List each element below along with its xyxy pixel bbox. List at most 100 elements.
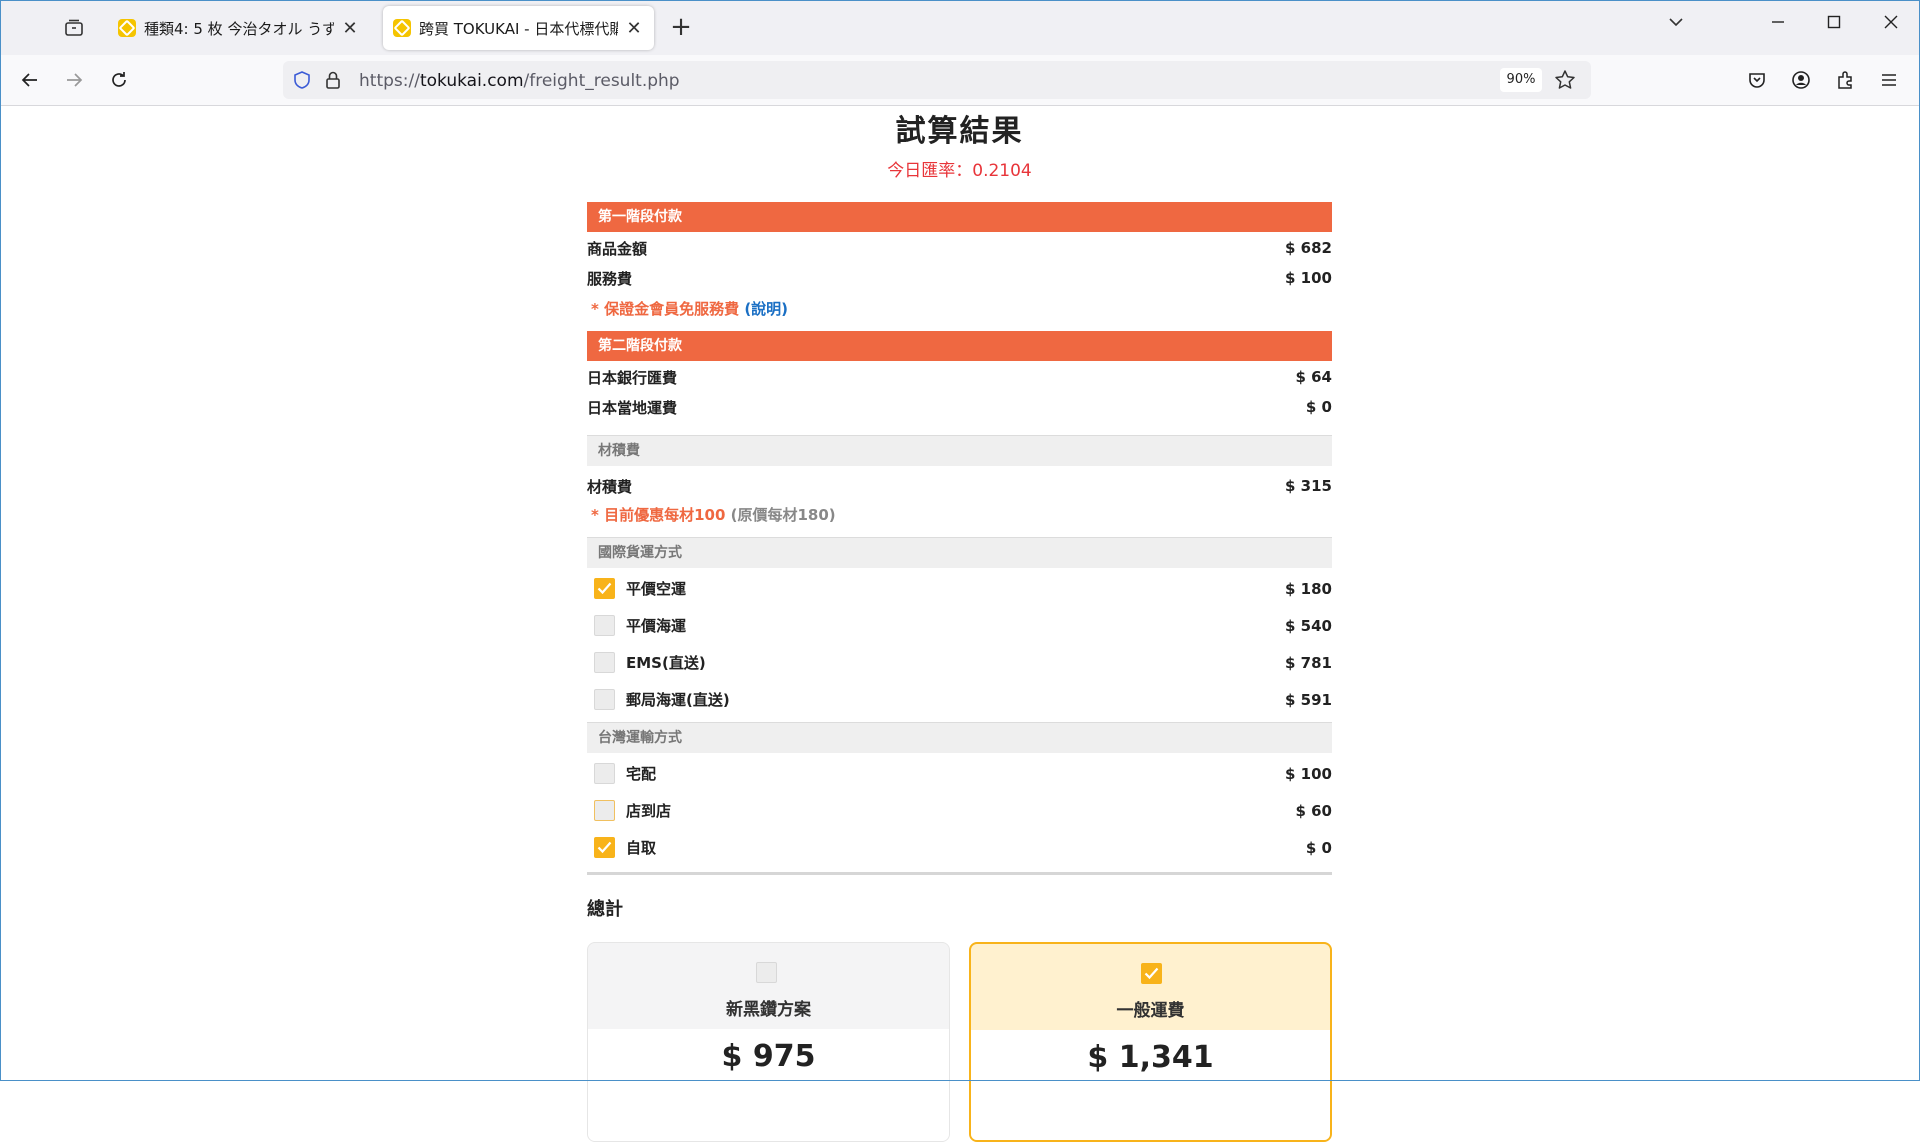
- option-price: $ 0: [1305, 838, 1332, 857]
- plan-name: 一般運費: [1116, 1001, 1185, 1021]
- shield-icon[interactable]: [292, 70, 312, 94]
- option-price: $ 540: [1285, 616, 1332, 635]
- reload-icon[interactable]: [104, 65, 134, 95]
- checkbox[interactable]: [756, 962, 777, 983]
- url-bar[interactable]: https://tokukai.com/freight_result.php 9…: [283, 61, 1591, 99]
- close-tab-icon[interactable]: ✕: [340, 18, 360, 39]
- option-price: $ 781: [1285, 653, 1332, 672]
- checkbox[interactable]: [594, 800, 615, 821]
- taiwan-shipping-header: 台灣運輸方式: [587, 722, 1332, 753]
- tab-strip: 種類4: 5 枚 今治タオル うずしま ✕ 跨買 TOKUKAI - 日本代標代…: [0, 0, 1920, 55]
- plan-card-standard[interactable]: 一般運費 $ 1,341: [969, 942, 1332, 1142]
- url-path: /freight_result.php: [523, 71, 680, 91]
- taiwan-option-store[interactable]: 店到店 $ 60: [587, 792, 1332, 829]
- fee-label: 材積費: [587, 477, 633, 496]
- option-label: 郵局海運(直送): [626, 691, 730, 709]
- extensions-icon[interactable]: [1830, 65, 1860, 95]
- plan-name: 新黑鑽方案: [726, 1000, 811, 1020]
- fee-label: 日本銀行匯費: [587, 368, 678, 387]
- checkbox[interactable]: [594, 689, 615, 710]
- exchange-rate: 今日匯率：0.2104: [887, 161, 1032, 181]
- volume-header: 材積費: [587, 435, 1332, 466]
- total-plans: 新黑鑽方案 $ 975 一般運費 $ 1,341: [587, 942, 1332, 1142]
- forward-arrow-icon[interactable]: [59, 65, 89, 95]
- option-label: 平價海運: [626, 617, 687, 635]
- total-label: 總計: [587, 899, 623, 920]
- explain-link[interactable]: (說明): [744, 300, 788, 318]
- intl-option-air[interactable]: 平價空運 $ 180: [587, 570, 1332, 607]
- close-tab-icon[interactable]: ✕: [624, 18, 644, 39]
- chevron-down-icon[interactable]: [1661, 12, 1691, 36]
- tokukai-favicon-icon: [393, 19, 411, 37]
- plan-card-black-diamond[interactable]: 新黑鑽方案 $ 975: [587, 942, 950, 1142]
- option-label: 自取: [626, 839, 657, 857]
- taiwan-option-delivery[interactable]: 宅配 $ 100: [587, 755, 1332, 792]
- checkbox-checked[interactable]: [1141, 963, 1162, 984]
- fee-row-bank: 日本銀行匯費 $ 64: [587, 362, 1332, 392]
- tab-list-icon[interactable]: [60, 14, 88, 42]
- fee-row-goods: 商品金額 $ 682: [587, 233, 1332, 263]
- checkbox-checked[interactable]: [594, 837, 615, 858]
- option-price: $ 100: [1285, 764, 1332, 783]
- fee-value: $ 682: [1285, 239, 1332, 257]
- plan-price: $ 1,341: [971, 1030, 1330, 1140]
- service-fee-note: * 保證金會員免服務費 (說明): [587, 293, 1332, 323]
- menu-icon[interactable]: [1874, 65, 1904, 95]
- fee-label: 服務費: [587, 269, 633, 288]
- url-host: tokukai.com: [419, 71, 524, 91]
- url-text[interactable]: https://tokukai.com/freight_result.php: [359, 71, 680, 91]
- option-label: EMS(直送): [626, 654, 706, 672]
- stage2-header: 第二階段付款: [587, 331, 1332, 361]
- option-price: $ 591: [1285, 690, 1332, 709]
- checkbox[interactable]: [594, 615, 615, 636]
- tab-title: 跨買 TOKUKAI - 日本代標代購: [419, 19, 618, 38]
- fee-row-volume: 材積費 $ 315: [587, 468, 1332, 504]
- fee-label: 日本當地運費: [587, 398, 678, 417]
- checkbox-checked[interactable]: [594, 578, 615, 599]
- option-price: $ 180: [1285, 579, 1332, 598]
- stage1-header: 第一階段付款: [587, 202, 1332, 232]
- checkbox[interactable]: [594, 652, 615, 673]
- intl-option-ems[interactable]: EMS(直送) $ 781: [587, 644, 1332, 681]
- fee-value: $ 100: [1285, 269, 1332, 287]
- fee-row-local-shipping: 日本當地運費 $ 0: [587, 392, 1332, 422]
- option-price: $ 60: [1295, 801, 1332, 820]
- lock-icon[interactable]: [324, 70, 342, 94]
- checkbox[interactable]: [594, 763, 615, 784]
- back-arrow-icon[interactable]: [15, 65, 45, 95]
- intl-shipping-header: 國際貨運方式: [587, 537, 1332, 568]
- option-label: 平價空運: [626, 580, 687, 598]
- original-price-note: (原價每材180): [730, 506, 836, 524]
- page-title: 試算結果: [895, 114, 1024, 149]
- intl-option-post-sea[interactable]: 郵局海運(直送) $ 591: [587, 681, 1332, 718]
- navigation-bar: https://tokukai.com/freight_result.php 9…: [0, 55, 1920, 106]
- tab-towel[interactable]: 種類4: 5 枚 今治タオル うずしま ✕: [108, 6, 370, 50]
- fee-value: $ 315: [1285, 477, 1332, 495]
- new-tab-icon[interactable]: +: [666, 12, 696, 42]
- minimize-icon[interactable]: [1763, 12, 1793, 36]
- fee-label: 商品金額: [587, 239, 648, 258]
- fee-value: $ 0: [1305, 398, 1332, 416]
- tab-tokukai[interactable]: 跨買 TOKUKAI - 日本代標代購 ✕: [383, 6, 654, 50]
- zoom-badge[interactable]: 90%: [1500, 68, 1542, 92]
- taiwan-option-pickup[interactable]: 自取 $ 0: [587, 829, 1332, 866]
- intl-option-sea[interactable]: 平價海運 $ 540: [587, 607, 1332, 644]
- divider: [587, 872, 1332, 875]
- close-window-icon[interactable]: [1876, 12, 1906, 36]
- account-icon[interactable]: [1786, 65, 1816, 95]
- url-scheme: https://: [359, 71, 420, 91]
- plan-price: $ 975: [588, 1029, 949, 1141]
- tokukai-favicon-icon: [118, 19, 136, 37]
- option-label: 宅配: [626, 765, 657, 783]
- fee-row-service: 服務費 $ 100: [587, 263, 1332, 293]
- maximize-icon[interactable]: [1819, 12, 1849, 36]
- freight-result-content: 試算結果 今日匯率：0.2104 第一階段付款 商品金額 $ 682 服務費 $…: [587, 105, 1332, 1142]
- tab-title: 種類4: 5 枚 今治タオル うずしま: [144, 19, 334, 38]
- star-icon[interactable]: [1554, 69, 1576, 95]
- note-text: * 保證金會員免服務費: [591, 300, 740, 318]
- fee-value: $ 64: [1295, 368, 1332, 386]
- pocket-icon[interactable]: [1742, 65, 1772, 95]
- volume-discount-note: * 目前優惠每材100 (原價每材180): [587, 504, 1332, 530]
- note-text: * 目前優惠每材100: [591, 506, 726, 524]
- option-label: 店到店: [626, 802, 672, 820]
